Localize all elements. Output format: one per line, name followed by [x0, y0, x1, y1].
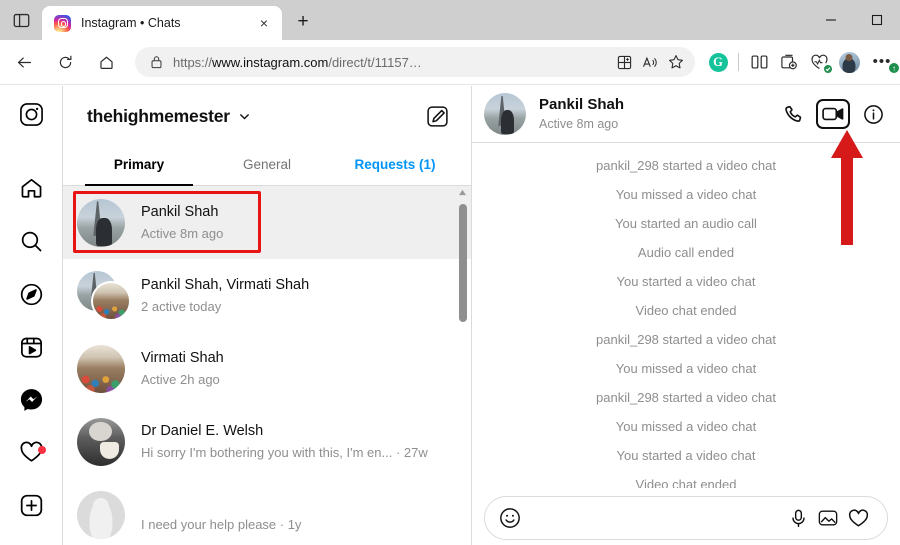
browser-tab[interactable]: Instagram • Chats × [42, 6, 282, 40]
tab-requests[interactable]: Requests (1) [331, 146, 459, 185]
system-message: pankil_298 started a video chat [596, 158, 776, 173]
message-input[interactable] [484, 496, 888, 540]
avatar [77, 490, 125, 539]
sidebar-item-explore[interactable] [11, 281, 51, 307]
browser-window: Instagram • Chats × + https://www.instag… [0, 0, 900, 545]
heart-icon[interactable] [843, 508, 873, 528]
instagram-favicon-icon [54, 14, 71, 32]
system-message: Video chat ended [635, 303, 737, 318]
chat-name: Virmati Shah [141, 349, 224, 366]
back-button[interactable] [7, 45, 41, 79]
instagram-page: thehighmemester Primary General Requests… [0, 86, 900, 545]
chat-status: Active 8m ago [141, 225, 224, 241]
chat-list: Pankil Shah Active 8m ago Pankil Shah, V… [63, 186, 471, 545]
refresh-button[interactable] [48, 45, 82, 79]
system-message: Audio call ended [637, 245, 735, 260]
system-message: Video chat ended [635, 477, 737, 488]
split-screen-toolbar-icon[interactable] [744, 47, 774, 77]
system-message: You started a video chat [616, 274, 756, 289]
url-text: https://www.instagram.com/direct/t/11157… [173, 54, 422, 70]
info-icon[interactable] [858, 100, 888, 128]
chevron-down-icon[interactable] [238, 110, 251, 123]
message-list: pankil_298 started a video chat You miss… [472, 143, 900, 488]
system-message: You started an audio call [615, 216, 757, 231]
grammarly-extension-icon[interactable]: G [703, 47, 733, 77]
chat-list-header: thehighmemester [63, 86, 471, 146]
window-controls [808, 0, 900, 40]
conversation-header: Pankil Shah Active 8m ago [472, 86, 900, 143]
settings-more-button[interactable]: ••• ↑ [864, 47, 900, 77]
system-message: You missed a video chat [615, 419, 757, 434]
phone-icon[interactable] [778, 100, 808, 128]
chat-filter-tabs: Primary General Requests (1) [63, 146, 471, 186]
sidebar-item-search[interactable] [11, 229, 51, 255]
profile-avatar[interactable] [834, 47, 864, 77]
update-badge: ↑ [888, 62, 900, 74]
list-item[interactable]: Pankil Shah, Virmati Shah 2 active today [63, 259, 471, 332]
avatar [77, 198, 125, 247]
browser-titlebar: Instagram • Chats × + [0, 0, 900, 40]
conversation-title: Pankil Shah [539, 96, 625, 113]
tab-actions-button[interactable] [0, 0, 42, 40]
compose-message-icon[interactable] [426, 105, 449, 128]
system-message: You missed a video chat [615, 361, 757, 376]
address-bar[interactable]: https://www.instagram.com/direct/t/11157… [135, 47, 695, 77]
avatar-group [77, 270, 135, 321]
scrollbar-thumb[interactable] [458, 204, 467, 322]
chat-preview: Hi sorry I'm bothering you with this, I'… [141, 444, 428, 460]
chat-preview: I need your help please · 1y [141, 516, 302, 532]
tab-title: Instagram • Chats [81, 16, 181, 30]
avatar [77, 417, 125, 466]
avatar[interactable] [484, 93, 526, 135]
sidebar-item-home[interactable] [11, 176, 51, 202]
system-message: pankil_298 started a video chat [596, 332, 776, 347]
conversation-panel: Pankil Shah Active 8m ago pankil_298 sta… [472, 86, 900, 545]
list-item[interactable]: I need your help please · 1y [63, 478, 471, 545]
gallery-icon[interactable] [813, 509, 843, 527]
tab-primary[interactable]: Primary [75, 146, 203, 186]
list-item[interactable]: Pankil Shah Active 8m ago [63, 186, 471, 259]
instagram-sidebar [0, 86, 63, 545]
tab-close-icon[interactable]: × [254, 13, 274, 33]
sidebar-item-reels[interactable] [11, 334, 51, 360]
system-message: You started a video chat [616, 448, 756, 463]
system-message: You missed a video chat [615, 187, 757, 202]
sidebar-item-instagram-logo[interactable] [19, 102, 44, 132]
shopping-icon[interactable] [804, 47, 834, 77]
conversation-status: Active 8m ago [539, 117, 619, 131]
browser-toolbar: https://www.instagram.com/direct/t/11157… [0, 40, 900, 124]
lock-icon [145, 55, 167, 69]
read-aloud-icon[interactable] [637, 49, 663, 75]
chat-name: Pankil Shah, Virmati Shah [141, 276, 310, 293]
chat-name: Pankil Shah [141, 203, 219, 220]
chat-name: Dr Daniel E. Welsh [141, 422, 264, 439]
system-message: pankil_298 started a video chat [596, 390, 776, 405]
favorite-star-icon[interactable] [663, 49, 689, 75]
chat-list-panel: thehighmemester Primary General Requests… [63, 86, 472, 545]
maximize-button[interactable] [854, 4, 900, 36]
sidebar-item-messenger[interactable] [11, 387, 51, 413]
emoji-smiley-icon[interactable] [499, 507, 521, 529]
scroll-up-arrow-icon[interactable] [458, 188, 467, 197]
microphone-icon[interactable] [783, 509, 813, 528]
collections-icon[interactable] [774, 47, 804, 77]
avatar [77, 344, 125, 393]
list-item[interactable]: Virmati Shah Active 2h ago [63, 332, 471, 405]
toolbar-divider [738, 53, 739, 71]
message-composer-area [472, 488, 900, 545]
home-button[interactable] [89, 45, 123, 79]
sidebar-item-create[interactable] [11, 492, 51, 518]
chat-status: Active 2h ago [141, 371, 220, 387]
chat-list-scrollbar[interactable] [456, 186, 469, 545]
sidebar-item-notifications[interactable] [11, 440, 51, 466]
list-item[interactable]: Dr Daniel E. Welsh Hi sorry I'm botherin… [63, 405, 471, 478]
video-camera-icon[interactable] [816, 99, 850, 129]
new-tab-button[interactable]: + [288, 7, 318, 37]
notification-badge-dot [38, 445, 46, 454]
tab-general[interactable]: General [203, 146, 331, 185]
minimize-button[interactable] [808, 4, 854, 36]
account-username: thehighmemester [87, 105, 230, 126]
split-screen-icon[interactable] [611, 49, 637, 75]
chat-status: 2 active today [141, 298, 222, 314]
